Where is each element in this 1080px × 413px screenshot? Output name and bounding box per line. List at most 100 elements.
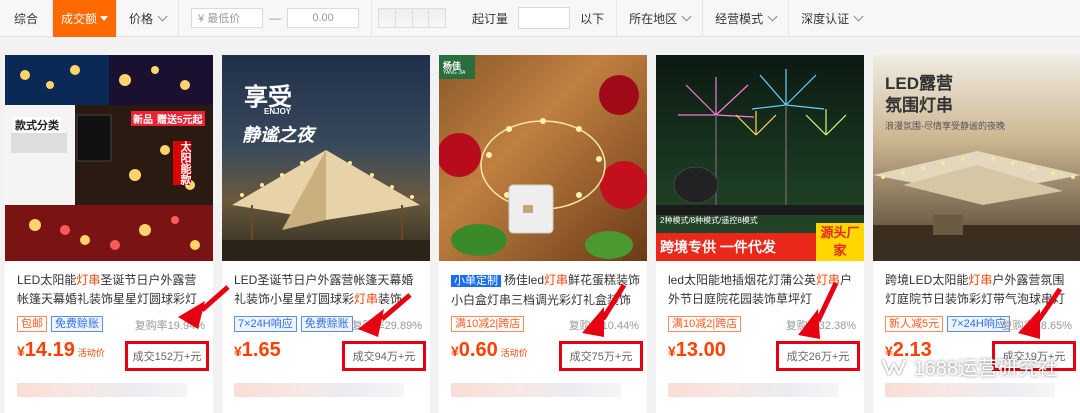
product-image[interactable]: 享受 ENJOY 静谧之夜 — [222, 55, 430, 261]
sales-volume: 成交26万+元 — [776, 341, 860, 371]
product-image[interactable]: 2种模式/8种模式/遥控8模式 跨境专供 一件代发 源头厂家 — [656, 55, 864, 261]
shop-name-blurred — [451, 383, 621, 397]
product-price: ¥0.60 活动价 — [451, 339, 528, 362]
title-keyword: 灯串 — [816, 273, 841, 287]
image-caption: 浪漫氛围-尽情享受静谧的夜晚 — [885, 121, 1005, 131]
sales-volume: 成交75万+元 — [559, 341, 643, 371]
max-price-input[interactable]: 0.00 — [287, 8, 360, 28]
image-caption: 赠送5元起 — [155, 111, 205, 126]
image-caption: 氛围灯串 — [885, 96, 953, 115]
title-text: 杨佳led — [504, 273, 545, 287]
cert-label: 深度认证 — [801, 11, 850, 26]
product-card[interactable]: 2种模式/8种模式/遥控8模式 跨境专供 一件代发 源头厂家 led太阳能地插烟… — [656, 55, 864, 413]
currency-symbol: ¥ — [17, 343, 25, 359]
image-caption: 新品 — [131, 111, 155, 126]
service-tags: 满10减2|跨店 — [451, 316, 525, 332]
sales-volume: 成交152万+元 — [125, 341, 209, 371]
service-tag: 免费赊账 — [300, 316, 353, 332]
sort-default-label: 综合 — [14, 11, 39, 26]
mode-label: 经营模式 — [715, 11, 764, 26]
repurchase-rate: 复购率28.65% — [1001, 320, 1072, 332]
title-text: 装饰 — [378, 292, 403, 306]
product-title[interactable]: LED圣诞节日户外露营帐篷天幕婚礼装饰小星星灯圆球彩灯串装饰 — [234, 271, 424, 309]
min-price-placeholder: ¥ 最低价 — [198, 13, 241, 25]
chevron-down-icon — [853, 11, 864, 21]
min-price-input[interactable]: ¥ 最低价 — [191, 8, 264, 28]
min-qty-filter: 起订量 以下 — [456, 0, 618, 37]
product-title[interactable]: led太阳能地插烟花灯蒲公英灯串户外节日庭院花园装饰草坪灯 — [668, 271, 858, 309]
grid-view-icon[interactable] — [378, 8, 447, 28]
currency-symbol: ¥ — [234, 343, 242, 359]
price-value: 0.60 — [458, 339, 498, 361]
service-tags: 满10减2|跨店 — [668, 316, 742, 332]
title-keyword: 灯串 — [354, 292, 379, 306]
price-value: 14.19 — [24, 339, 75, 361]
service-tag: 满10减2|跨店 — [451, 316, 525, 332]
repurchase-rate: 复购率29.89% — [351, 320, 422, 332]
view-toggle[interactable] — [372, 0, 456, 37]
product-card[interactable]: 享受 ENJOY 静谧之夜 LED圣诞节日户外露营帐篷天幕婚礼装饰小星星灯圆球彩… — [222, 55, 430, 413]
service-tag: 满10减2|跨店 — [668, 316, 742, 332]
min-qty-label: 起订量 — [472, 11, 509, 26]
repurchase-rate: 复购率10.44% — [568, 320, 639, 332]
region-label: 所在地区 — [629, 11, 678, 26]
image-caption: 静谧之夜 — [242, 125, 314, 146]
product-title[interactable]: 跨境LED太阳能灯串户外露营氛围灯庭院节日装饰彩灯带气泡球串灯 — [885, 271, 1075, 309]
max-price-placeholder: 0.00 — [312, 12, 334, 24]
sort-price-label: 价格 — [129, 11, 154, 26]
product-price: ¥13.00 — [668, 339, 729, 362]
promo-label: 活动价 — [77, 348, 105, 358]
service-tags: 包邮 免费赊账 — [17, 316, 103, 332]
sort-sales-tab[interactable]: 成交额 — [53, 0, 118, 37]
service-tag: 7×24H响应 — [947, 316, 1010, 332]
sort-price-tab[interactable]: 价格 — [117, 0, 180, 37]
product-card[interactable]: 款式分类 太阳能款 新品 赠送5元起 LED太阳能灯串圣诞节日户外露营帐篷天幕婚… — [5, 55, 213, 413]
repurchase-rate: 复购率32.38% — [785, 320, 856, 332]
product-title[interactable]: 小单定制杨佳led灯串鲜花蛋糕装饰小白盒灯串三档调光彩灯礼盒装饰灯 — [451, 271, 641, 309]
custom-tag: 小单定制 — [451, 275, 501, 287]
product-image[interactable]: LED露营 氛围灯串 浪漫氛围-尽情享受静谧的夜晚 — [873, 55, 1080, 261]
title-text: led太阳能地插烟花灯蒲公英 — [668, 273, 817, 287]
currency-symbol: ¥ — [668, 343, 676, 359]
chevron-down-icon — [681, 11, 692, 21]
filter-bar: 综合 成交额 价格 ¥ 最低价 — 0.00 起订量 以下 所在地区 经营模式 … — [0, 0, 1080, 37]
caret-down-icon — [100, 15, 109, 21]
title-text: 跨境LED太阳能 — [885, 273, 969, 287]
product-title[interactable]: LED太阳能灯串圣诞节日户外露营帐篷天幕婚礼装饰星星灯圆球彩灯 — [17, 271, 207, 309]
service-tag: 免费赊账 — [51, 316, 103, 332]
chevron-down-icon — [157, 11, 168, 21]
image-caption: 款式分类 — [13, 117, 61, 133]
product-price: ¥1.65 — [234, 339, 284, 362]
title-keyword: 灯串 — [76, 273, 101, 287]
mode-filter[interactable]: 经营模式 — [703, 0, 790, 37]
sort-sales-label: 成交额 — [61, 11, 98, 26]
product-price: ¥14.19 活动价 — [17, 339, 105, 362]
image-caption: 跨境专供 一件代发 — [656, 233, 816, 261]
range-dash: — — [269, 11, 282, 25]
cert-filter[interactable]: 深度认证 — [789, 0, 874, 37]
title-keyword: 灯串 — [544, 273, 569, 287]
chevron-down-icon — [767, 11, 778, 21]
image-caption: YANG JIA — [443, 70, 466, 76]
image-caption: 太阳能款 — [173, 141, 191, 185]
region-filter[interactable]: 所在地区 — [617, 0, 704, 37]
sort-default-tab[interactable]: 综合 — [0, 0, 54, 37]
image-caption: ENJOY — [264, 107, 292, 116]
shop-name-blurred — [885, 383, 1055, 397]
product-card[interactable]: 杨佳 YANG JIA 小单定制 杨佳led灯串鲜花蛋糕装饰小白盒灯串三档调光彩灯… — [439, 55, 647, 413]
wechat-channel-icon — [881, 359, 906, 375]
min-qty-input[interactable] — [518, 7, 571, 29]
service-tag: 新人减5元 — [885, 316, 944, 332]
sales-volume: 成交94万+元 — [342, 341, 426, 371]
service-tags: 7×24H响应 免费赊账 — [234, 316, 353, 332]
product-image[interactable]: 杨佳 YANG JIA — [439, 55, 647, 261]
title-text: LED太阳能 — [17, 273, 77, 287]
fairy-lights-icon — [439, 55, 647, 259]
product-image[interactable]: 款式分类 太阳能款 新品 赠送5元起 — [5, 55, 213, 261]
image-caption: 2种模式/8种模式/遥控8模式 — [660, 216, 758, 225]
shop-name-blurred — [17, 383, 187, 397]
below-label: 以下 — [580, 11, 605, 26]
service-tag: 包邮 — [17, 316, 47, 332]
watermark: 1688运营研究社 — [880, 352, 1058, 381]
title-keyword: 灯串 — [968, 273, 993, 287]
